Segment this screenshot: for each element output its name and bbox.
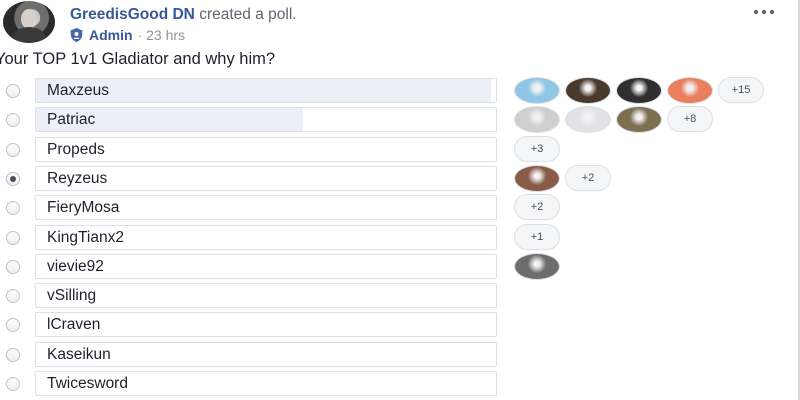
poll-option[interactable]: Twicesword <box>0 371 800 398</box>
voter-avatar[interactable] <box>565 106 611 134</box>
more-voters-badge[interactable]: +2 <box>514 194 560 221</box>
meta-separator: · <box>137 27 143 43</box>
poll-option[interactable]: vievie92 <box>0 252 800 281</box>
poll-option-bar[interactable]: Patriac <box>35 107 497 133</box>
avatar-face <box>21 9 37 29</box>
poll-option-label: Reyzeus <box>47 169 108 187</box>
poll-option[interactable]: lCraven <box>0 312 800 339</box>
post-meta: Admin · 23 hrs <box>70 27 185 43</box>
voter-avatars: +8 <box>514 106 713 134</box>
poll-option[interactable]: Propeds +3 <box>0 135 800 164</box>
more-voters-badge[interactable]: +2 <box>565 164 611 191</box>
poll-option-bar[interactable]: lCraven <box>35 312 497 338</box>
poll-option-label: vSilling <box>47 287 97 305</box>
radio-icon[interactable] <box>6 171 20 186</box>
poll-option-bar[interactable]: vSilling <box>35 283 497 309</box>
voter-avatar[interactable] <box>616 106 662 134</box>
author-line: GreedisGood DN created a poll. <box>70 6 297 24</box>
voter-avatar[interactable] <box>514 77 560 104</box>
voter-avatars: +3 <box>514 135 560 164</box>
post-timestamp[interactable]: 23 hrs <box>146 27 185 43</box>
more-voters-badge[interactable]: +3 <box>514 135 560 162</box>
more-voters-badge[interactable]: +1 <box>514 223 560 250</box>
radio-icon[interactable] <box>6 289 20 304</box>
admin-badge[interactable]: Admin <box>89 27 133 43</box>
poll-option-label: vievie92 <box>47 257 104 275</box>
voter-avatars: +2 <box>514 194 560 222</box>
avatar-body <box>13 27 45 43</box>
more-options-icon[interactable] <box>752 6 776 18</box>
poll-option-bar[interactable]: Maxzeus <box>35 78 497 103</box>
radio-icon[interactable] <box>6 318 20 333</box>
poll-option-bar[interactable]: Kaseikun <box>35 341 497 367</box>
poll-option-bar[interactable]: Reyzeus <box>35 165 497 191</box>
radio-icon[interactable] <box>6 142 20 157</box>
radio-icon[interactable] <box>6 377 20 391</box>
voter-avatars: +2 <box>514 164 611 193</box>
more-voters-badge[interactable]: +15 <box>718 77 764 103</box>
poll-option-bar[interactable]: KingTianx2 <box>35 224 497 250</box>
author-avatar[interactable] <box>3 1 55 43</box>
radio-icon[interactable] <box>6 201 20 216</box>
voter-avatars <box>514 252 560 281</box>
poll-option-label: Patriac <box>47 111 96 129</box>
poll-option-bar[interactable]: Twicesword <box>35 371 497 396</box>
voter-avatar[interactable] <box>514 106 560 134</box>
poll-option-label: KingTianx2 <box>47 228 124 246</box>
voter-avatar[interactable] <box>667 77 713 104</box>
poll-option-label: Twicesword <box>47 375 128 392</box>
more-voters-badge[interactable]: +8 <box>667 106 713 133</box>
radio-icon[interactable] <box>6 347 20 362</box>
voter-avatar[interactable] <box>616 77 662 104</box>
voter-avatar[interactable] <box>565 77 611 104</box>
author-name-link[interactable]: GreedisGood DN <box>70 6 195 23</box>
voter-avatar[interactable] <box>514 164 560 192</box>
shield-icon <box>70 28 83 42</box>
poll-option-label: Propeds <box>47 140 105 158</box>
voter-avatars: +15 <box>514 77 764 105</box>
poll-option-bar[interactable]: FieryMosa <box>35 195 497 221</box>
poll-option[interactable]: FieryMosa +2 <box>0 194 800 222</box>
radio-icon[interactable] <box>6 230 20 245</box>
voter-avatars: +1 <box>514 223 560 252</box>
poll-option[interactable]: vSilling <box>0 283 800 310</box>
poll-option-bar[interactable]: vievie92 <box>35 253 497 279</box>
radio-icon[interactable] <box>6 113 20 128</box>
radio-icon[interactable] <box>6 259 20 274</box>
radio-icon[interactable] <box>6 84 20 98</box>
post-action-text: created a poll. <box>199 6 297 23</box>
poll-option[interactable]: Kaseikun <box>0 341 800 369</box>
poll-question: Your TOP 1v1 Gladiator and why him? <box>0 50 276 68</box>
poll-option-bar[interactable]: Propeds <box>35 136 497 162</box>
poll-option[interactable]: KingTianx2 +1 <box>0 223 800 252</box>
poll-option[interactable]: Reyzeus +2 <box>0 164 800 193</box>
voter-avatar[interactable] <box>514 252 560 280</box>
poll-option-label: lCraven <box>47 316 101 334</box>
poll-option-label: FieryMosa <box>47 199 120 217</box>
poll-option[interactable]: Maxzeus +15 <box>0 77 800 105</box>
poll-option-label: Kaseikun <box>47 345 111 363</box>
poll-option[interactable]: Patriac +8 <box>0 106 800 134</box>
post-header: GreedisGood DN created a poll. Admin · 2… <box>0 0 800 50</box>
poll-option-label: Maxzeus <box>47 82 110 99</box>
